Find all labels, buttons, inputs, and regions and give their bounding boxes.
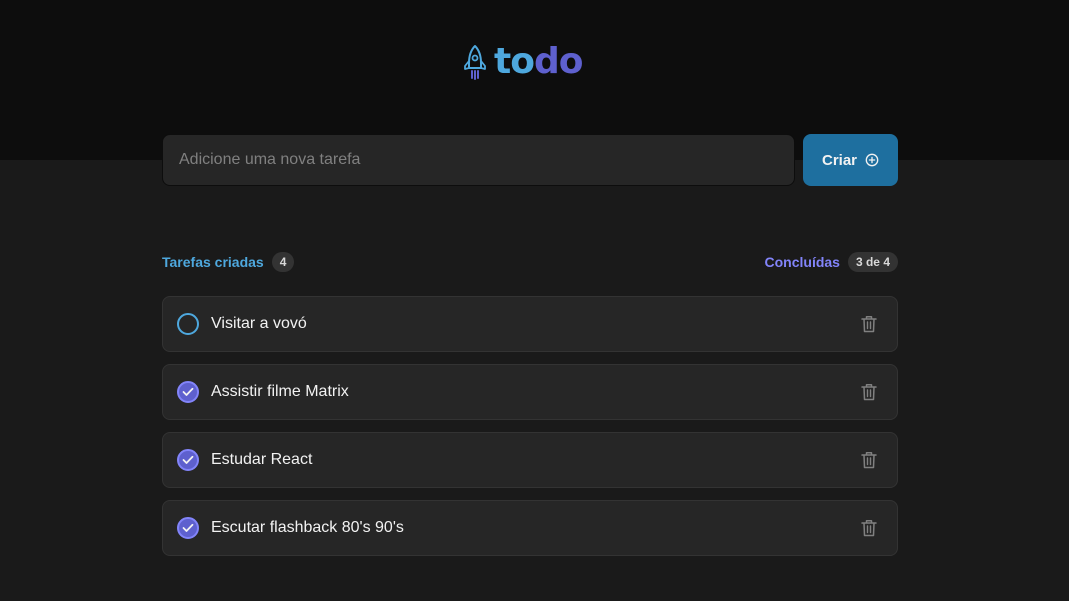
created-label: Tarefas criadas [162, 254, 264, 270]
create-button-label: Criar [821, 151, 858, 169]
logo-text-part1: to [494, 41, 535, 82]
check-icon [182, 387, 194, 396]
delete-task-button[interactable] [857, 448, 881, 472]
task-text: Escutar flashback 80's 90's [211, 519, 404, 536]
new-task-input[interactable] [162, 134, 795, 186]
done-label: Concluídas [764, 254, 840, 270]
delete-task-button[interactable] [857, 516, 881, 540]
created-counter: Tarefas criadas 4 [162, 252, 295, 272]
task-text: Assistir filme Matrix [211, 383, 349, 400]
task-item: Visitar a vovó [162, 296, 898, 352]
task-counters: Tarefas criadas 4 Concluídas 3 de 4 [162, 250, 898, 274]
task-text: Visitar a vovó [211, 315, 307, 332]
trash-icon [861, 384, 877, 401]
new-task-form: Criar [162, 134, 898, 186]
task-list: Visitar a vovó Assistir filme Matrix Est… [162, 296, 898, 556]
created-count-badge: 4 [271, 252, 295, 272]
delete-task-button[interactable] [857, 380, 881, 404]
logo: todo [464, 40, 584, 84]
trash-icon [861, 452, 877, 469]
delete-task-button[interactable] [857, 312, 881, 336]
rocket-icon [464, 45, 486, 80]
trash-icon [861, 520, 877, 537]
logo-text-part2: do [533, 41, 584, 82]
task-text: Estudar React [211, 451, 313, 468]
task-item: Assistir filme Matrix [162, 364, 898, 420]
check-icon [182, 523, 194, 532]
check-icon [182, 455, 194, 464]
task-item: Estudar React [162, 432, 898, 488]
task-checkbox[interactable] [177, 313, 199, 335]
task-item: Escutar flashback 80's 90's [162, 500, 898, 556]
task-checkbox[interactable] [177, 449, 199, 471]
plus-circle-icon [865, 153, 879, 167]
logo-text: todo [494, 40, 584, 84]
trash-icon [861, 316, 877, 333]
create-task-button[interactable]: Criar [803, 134, 898, 186]
task-checkbox[interactable] [177, 381, 199, 403]
done-counter: Concluídas 3 de 4 [764, 252, 898, 272]
task-checkbox[interactable] [177, 517, 199, 539]
done-count-badge: 3 de 4 [847, 252, 898, 272]
